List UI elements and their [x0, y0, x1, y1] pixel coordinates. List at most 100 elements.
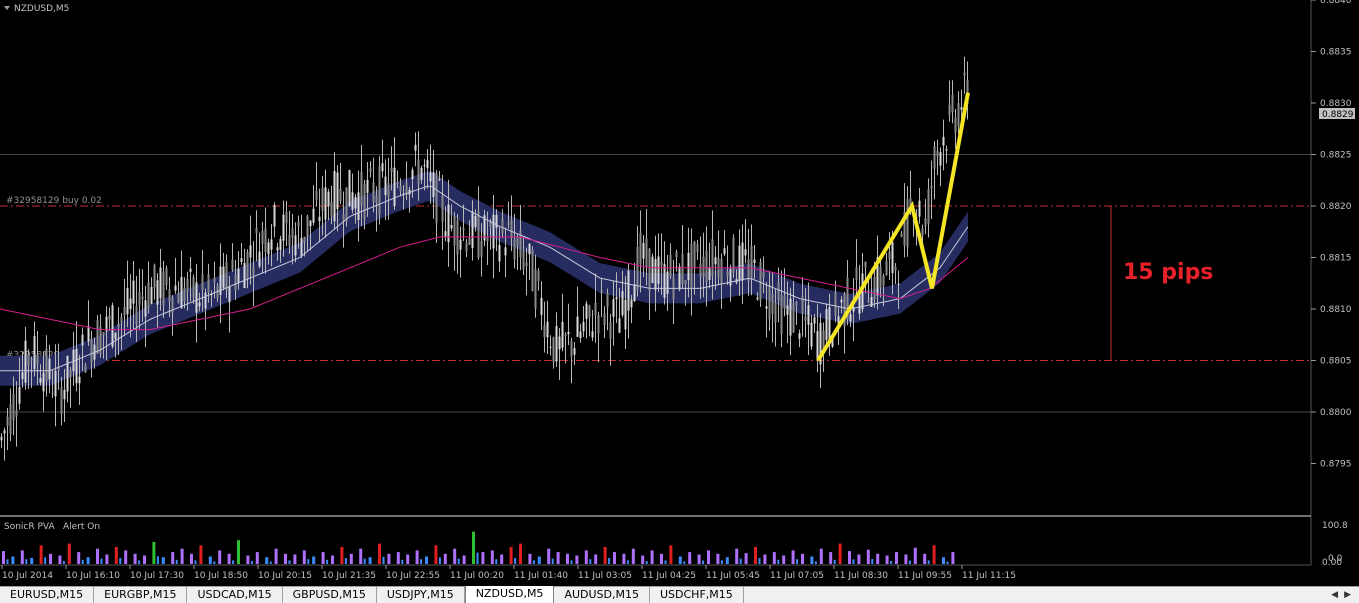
time-label: 10 Jul 22:55 [386, 571, 440, 581]
candle-body [930, 185, 933, 189]
candle-body [180, 276, 183, 308]
candle-body [393, 167, 396, 207]
candle-body [561, 321, 564, 348]
candle-body [150, 286, 153, 304]
volume-bar [631, 548, 635, 564]
candle-body [681, 254, 684, 284]
chart-tab[interactable]: GBPUSD,M15 [283, 587, 377, 603]
candle-body [864, 261, 867, 268]
volume-bar [86, 557, 90, 564]
chart-tab[interactable]: AUDUSD,M15 [554, 587, 650, 603]
candle-body [174, 285, 177, 291]
candle-body [630, 299, 633, 308]
chart-tab[interactable]: USDCAD,M15 [187, 587, 283, 603]
candle-body [669, 254, 672, 277]
volume-bar [119, 558, 122, 564]
candle-body [444, 231, 447, 238]
candle-body [726, 271, 729, 277]
candle-body [90, 339, 93, 363]
candle-body [270, 239, 273, 250]
zigzag-line[interactable] [816, 92, 970, 362]
candle-body [834, 291, 837, 316]
volume-bar [2, 551, 5, 564]
volume-bar [39, 545, 43, 564]
candle-body [237, 268, 240, 284]
symbol-label: NZDUSD,M5 [14, 4, 69, 14]
candle-body [900, 233, 903, 237]
volume-bar [490, 550, 494, 564]
volume-bar [161, 557, 165, 564]
volume-bar [434, 545, 438, 564]
candle-body [750, 246, 753, 278]
volume-bar [11, 556, 15, 564]
volume-bar [923, 553, 927, 564]
main-chart-pane[interactable]: #32958129 buy 0.02#32958129 sl 15 pips N… [0, 0, 1355, 565]
candle-body [810, 322, 813, 347]
volume-bar [810, 556, 814, 564]
volume-bar [363, 558, 366, 564]
chart-tab[interactable]: USDCHF,M15 [650, 587, 744, 603]
candle-body [78, 376, 81, 384]
chart-tab[interactable]: USDJPY,M15 [377, 587, 465, 603]
candle-body [24, 340, 27, 383]
volume-bar [227, 553, 231, 564]
candle-body [666, 271, 669, 294]
chart-tab[interactable]: EURUSD,M15 [0, 587, 95, 603]
price-label: 0.8800 [1320, 408, 1352, 418]
candle-body [654, 259, 657, 290]
candle-body [357, 192, 360, 220]
candle-body [792, 303, 795, 333]
volume-bar [284, 553, 287, 564]
volume-bar [570, 560, 573, 564]
candle-body [573, 348, 576, 355]
volume-bar [725, 557, 729, 564]
candle-body [921, 228, 924, 236]
candle-body [936, 150, 939, 157]
candle-body [309, 220, 312, 227]
candle-body [195, 282, 198, 313]
candle-body [336, 172, 339, 210]
candle-body [87, 326, 90, 342]
volume-bar [349, 553, 353, 564]
candle-body [81, 334, 84, 346]
candle-body [942, 136, 945, 146]
candle-body [315, 190, 318, 200]
chevron-down-icon[interactable] [4, 6, 10, 10]
chart-tab[interactable]: NZDUSD,M5 [464, 586, 555, 603]
candle-body [252, 267, 255, 276]
candle-body [324, 187, 327, 220]
drawn-zigzag-line[interactable] [816, 92, 970, 362]
candle-body [576, 316, 579, 337]
volume-bar [495, 559, 498, 564]
volume-bar [556, 552, 560, 564]
candle-body [291, 228, 294, 238]
volume-bar [194, 560, 197, 564]
chart-window[interactable]: #32958129 buy 0.02#32958129 sl 15 pips N… [0, 0, 1359, 586]
candle-body [297, 221, 300, 227]
arrow-right-icon[interactable]: ▶ [1344, 590, 1351, 600]
candle-body [345, 187, 348, 222]
volume-bar [453, 548, 457, 564]
candle-body [708, 267, 711, 281]
candle-body [348, 170, 351, 207]
candle-body [894, 266, 897, 271]
candle-body [453, 215, 456, 246]
candle-body [570, 340, 573, 357]
candle-body [183, 287, 186, 302]
indicator-pane[interactable]: SonicR PVA Alert On 100.8 0.0 0.00 [2, 521, 1348, 568]
candle-body [384, 176, 387, 196]
candle-body [204, 292, 207, 309]
candle-body [366, 179, 369, 194]
volume-bar [838, 543, 842, 564]
pips-annotation[interactable]: 15 pips [1123, 260, 1213, 285]
candle-body [240, 258, 243, 262]
candle-body [423, 165, 426, 167]
volume-bar [537, 556, 541, 564]
candle-body [633, 284, 636, 302]
arrow-left-icon[interactable]: ◀ [1331, 590, 1338, 600]
volume-bar [396, 552, 400, 564]
candle-body [225, 262, 228, 291]
chart-tab[interactable]: EURGBP,M15 [94, 587, 188, 603]
volume-bar [547, 548, 551, 564]
volume-bar [415, 550, 419, 564]
